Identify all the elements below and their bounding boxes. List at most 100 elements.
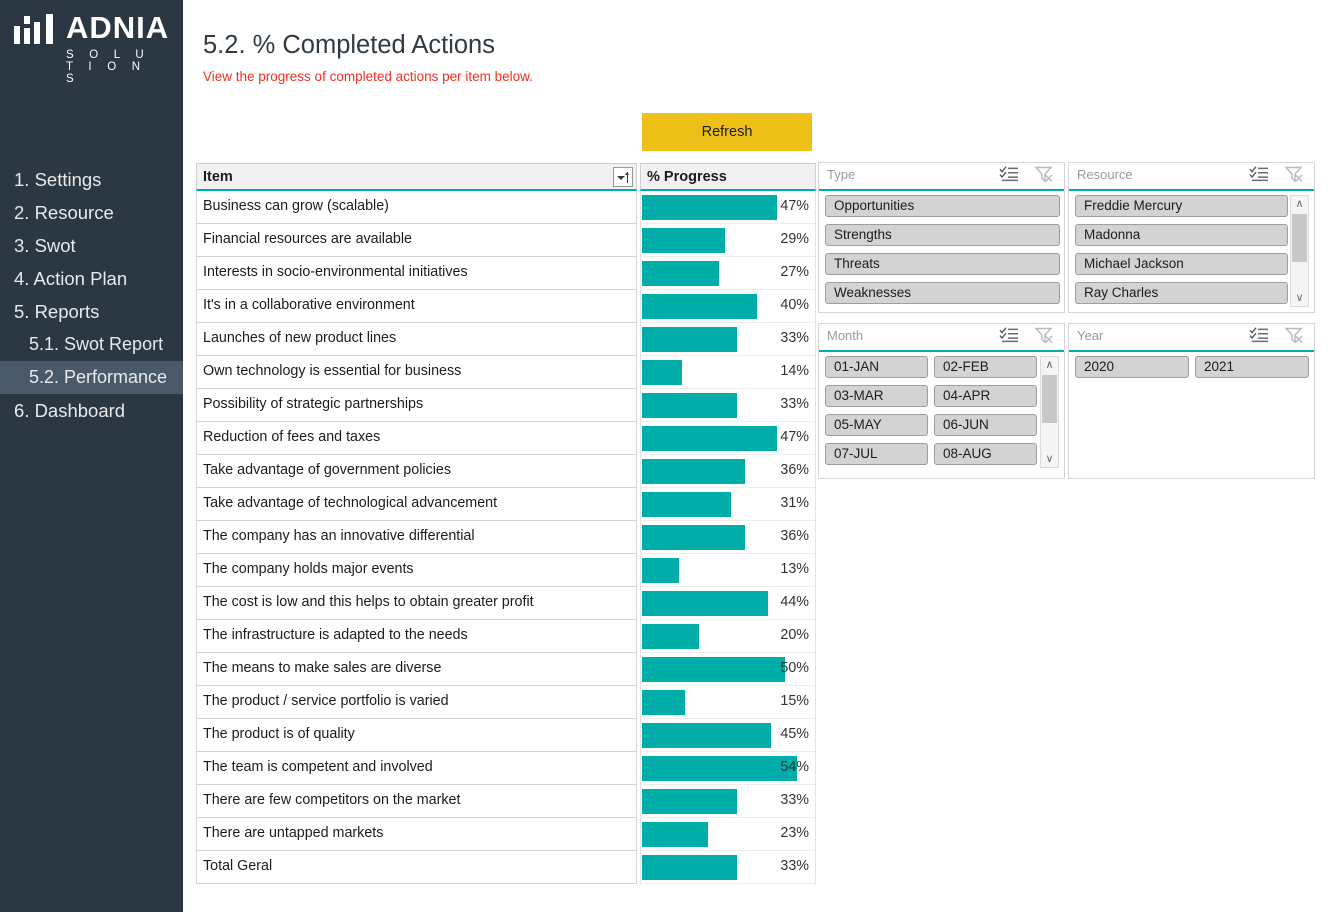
table-row[interactable]: Interests in socio-environmental initiat… — [196, 257, 637, 290]
table-row[interactable]: There are untapped markets — [196, 818, 637, 851]
slicer-item-04-apr[interactable]: 04-APR — [934, 385, 1037, 407]
slicer-item-ray-charles[interactable]: Ray Charles — [1075, 282, 1288, 304]
table-row-progress[interactable]: 44% — [640, 587, 816, 620]
multi-select-icon[interactable] — [1249, 327, 1269, 345]
table-row[interactable]: The product / service portfolio is varie… — [196, 686, 637, 719]
scroll-down-icon[interactable]: ∨ — [1291, 290, 1308, 306]
table-row-progress[interactable]: 33% — [640, 851, 816, 884]
table-row[interactable]: The company holds major events — [196, 554, 637, 587]
multi-select-icon[interactable] — [1249, 166, 1269, 184]
progress-value-label: 40% — [780, 290, 809, 321]
multi-select-icon[interactable] — [999, 327, 1019, 345]
table-row[interactable]: Total Geral — [196, 851, 637, 884]
table-row[interactable]: There are few competitors on the market — [196, 785, 637, 818]
sidebar-item-2-resource[interactable]: 2. Resource — [0, 196, 183, 229]
slicer-item-2021[interactable]: 2021 — [1195, 356, 1309, 378]
table-row[interactable]: The cost is low and this helps to obtain… — [196, 587, 637, 620]
slicer-item-05-may[interactable]: 05-MAY — [825, 414, 928, 436]
progress-value-label: 14% — [780, 356, 809, 387]
table-row[interactable]: The product is of quality — [196, 719, 637, 752]
sidebar-item-5-2-performance[interactable]: 5.2. Performance — [0, 361, 183, 394]
table-row[interactable]: It's in a collaborative environment — [196, 290, 637, 323]
sidebar-item-1-settings[interactable]: 1. Settings — [0, 163, 183, 196]
table-row[interactable]: The company has an innovative differenti… — [196, 521, 637, 554]
progress-bar — [642, 789, 737, 814]
table-row-progress[interactable]: 33% — [640, 785, 816, 818]
slicer-item-06-jun[interactable]: 06-JUN — [934, 414, 1037, 436]
slicer-item-michael-jackson[interactable]: Michael Jackson — [1075, 253, 1288, 275]
table-row[interactable]: The team is competent and involved — [196, 752, 637, 785]
table-row[interactable]: The infrastructure is adapted to the nee… — [196, 620, 637, 653]
sidebar-item-6-dashboard[interactable]: 6. Dashboard — [0, 394, 183, 427]
slicer-item-label: 08-AUG — [943, 446, 992, 461]
clear-filter-icon[interactable] — [1284, 327, 1304, 345]
sidebar-item-5-1-swot-report[interactable]: 5.1. Swot Report — [0, 328, 183, 361]
slicer-item-02-feb[interactable]: 02-FEB — [934, 356, 1037, 378]
progress-table: Item Business can grow (scalable)Financi… — [196, 163, 816, 889]
slicer-item-opportunities[interactable]: Opportunities — [825, 195, 1060, 217]
table-row-progress[interactable]: 47% — [640, 422, 816, 455]
table-row-progress[interactable]: 50% — [640, 653, 816, 686]
table-row-progress[interactable]: 54% — [640, 752, 816, 785]
table-row-progress[interactable]: 47% — [640, 191, 816, 224]
slicer-item-madonna[interactable]: Madonna — [1075, 224, 1288, 246]
slicer-item-2020[interactable]: 2020 — [1075, 356, 1189, 378]
table-row-progress[interactable]: 13% — [640, 554, 816, 587]
table-row-progress[interactable]: 23% — [640, 818, 816, 851]
clear-filter-icon[interactable] — [1034, 166, 1054, 184]
table-cell-item: The company holds major events — [203, 561, 414, 577]
slicer-scrollbar[interactable]: ∧∨ — [1040, 356, 1059, 468]
scroll-down-icon[interactable]: ∨ — [1041, 451, 1058, 467]
table-row[interactable]: The means to make sales are diverse — [196, 653, 637, 686]
table-row[interactable]: Reduction of fees and taxes — [196, 422, 637, 455]
slicer-item-01-jan[interactable]: 01-JAN — [825, 356, 928, 378]
scrollbar-thumb[interactable] — [1292, 214, 1307, 262]
slicer-item-08-aug[interactable]: 08-AUG — [934, 443, 1037, 465]
table-row[interactable]: Take advantage of technological advancem… — [196, 488, 637, 521]
slicer-item-weaknesses[interactable]: Weaknesses — [825, 282, 1060, 304]
sidebar-item-label: 1. Settings — [14, 169, 101, 190]
slicer-header: Resource — [1069, 163, 1314, 191]
table-row-progress[interactable]: 36% — [640, 521, 816, 554]
slicer-item-03-mar[interactable]: 03-MAR — [825, 385, 928, 407]
table-row-progress[interactable]: 14% — [640, 356, 816, 389]
scroll-up-icon[interactable]: ∧ — [1041, 357, 1058, 373]
slicer-item-strengths[interactable]: Strengths — [825, 224, 1060, 246]
slicer-item-label: Michael Jackson — [1084, 256, 1184, 271]
scrollbar-thumb[interactable] — [1042, 375, 1057, 423]
table-cell-item: Financial resources are available — [203, 231, 412, 247]
sidebar-item-5-reports[interactable]: 5. Reports — [0, 295, 183, 328]
slicer-item-freddie-mercury[interactable]: Freddie Mercury — [1075, 195, 1288, 217]
table-row[interactable]: Financial resources are available — [196, 224, 637, 257]
table-row-progress[interactable]: 20% — [640, 620, 816, 653]
multi-select-icon[interactable] — [999, 166, 1019, 184]
table-row-progress[interactable]: 29% — [640, 224, 816, 257]
sort-filter-dropdown-icon[interactable] — [613, 167, 633, 187]
table-row-progress[interactable]: 31% — [640, 488, 816, 521]
clear-filter-icon[interactable] — [1034, 327, 1054, 345]
slicer-item-threats[interactable]: Threats — [825, 253, 1060, 275]
table-row[interactable]: Take advantage of government policies — [196, 455, 637, 488]
clear-filter-icon[interactable] — [1284, 166, 1304, 184]
table-row[interactable]: Own technology is essential for business — [196, 356, 637, 389]
refresh-button[interactable]: Refresh — [642, 113, 812, 151]
table-row[interactable]: Launches of new product lines — [196, 323, 637, 356]
slicer-item-label: Freddie Mercury — [1084, 198, 1182, 213]
progress-bar — [642, 294, 757, 319]
table-row[interactable]: Business can grow (scalable) — [196, 191, 637, 224]
table-row-progress[interactable]: 36% — [640, 455, 816, 488]
sidebar-item-4-action-plan[interactable]: 4. Action Plan — [0, 262, 183, 295]
scroll-up-icon[interactable]: ∧ — [1291, 196, 1308, 212]
slicer-scrollbar[interactable]: ∧∨ — [1290, 195, 1309, 307]
table-cell-item: Business can grow (scalable) — [203, 198, 389, 214]
table-row-progress[interactable]: 33% — [640, 323, 816, 356]
table-row-progress[interactable]: 27% — [640, 257, 816, 290]
table-row-progress[interactable]: 15% — [640, 686, 816, 719]
table-row-progress[interactable]: 40% — [640, 290, 816, 323]
table-row[interactable]: Possibility of strategic partnerships — [196, 389, 637, 422]
slicer-header: Year — [1069, 324, 1314, 352]
table-row-progress[interactable]: 45% — [640, 719, 816, 752]
slicer-item-07-jul[interactable]: 07-JUL — [825, 443, 928, 465]
sidebar-item-3-swot[interactable]: 3. Swot — [0, 229, 183, 262]
table-row-progress[interactable]: 33% — [640, 389, 816, 422]
